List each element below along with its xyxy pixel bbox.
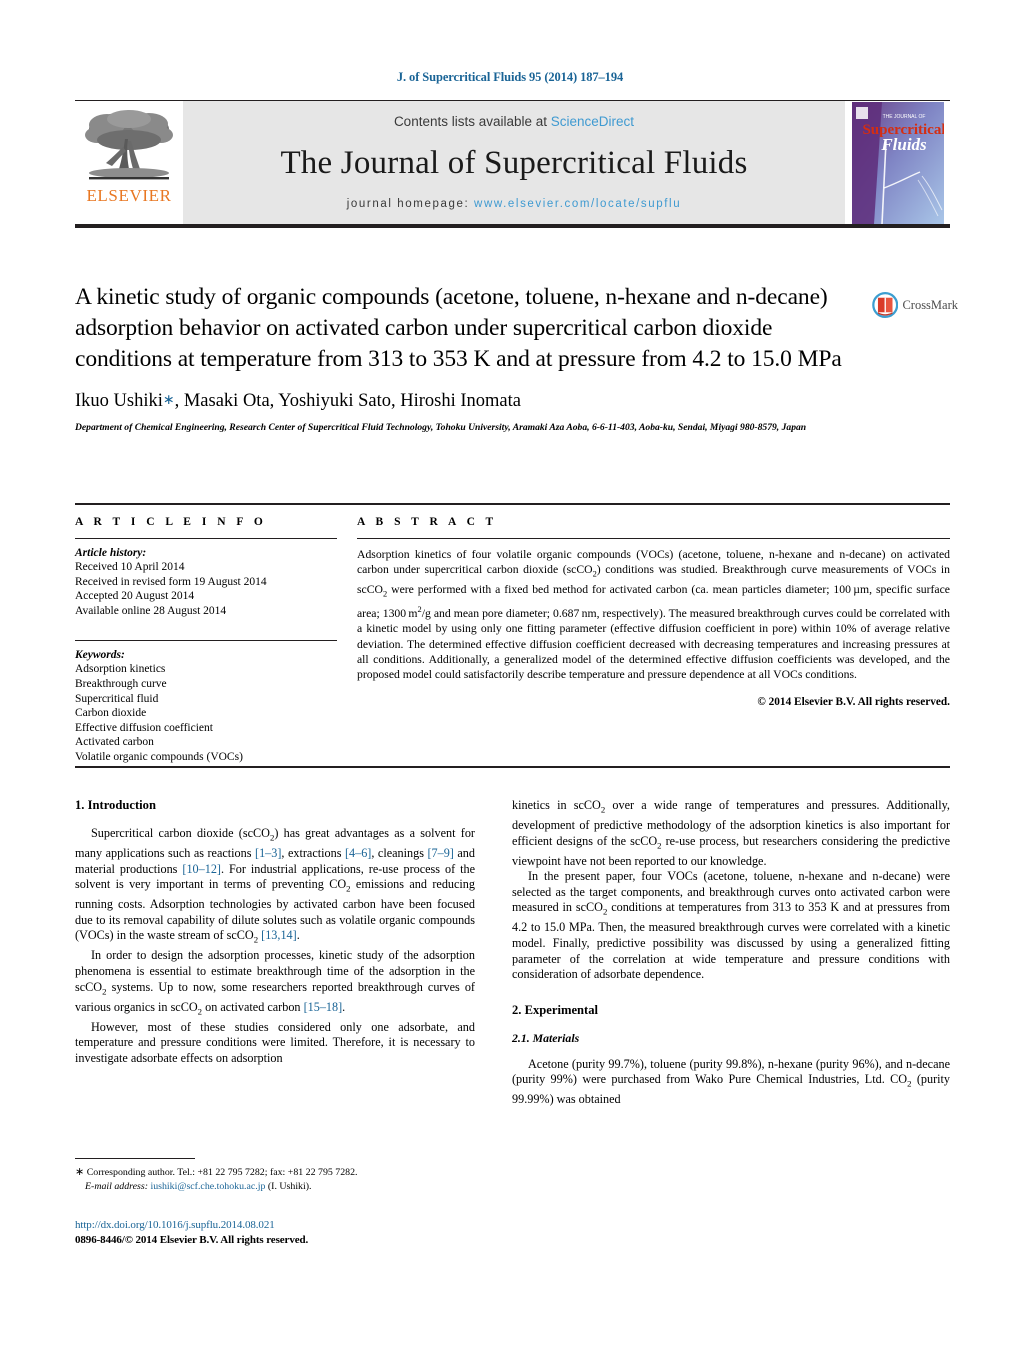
journal-masthead: ELSEVIER Contents lists available at Sci… (75, 100, 950, 228)
crossmark-icon (872, 291, 899, 319)
section-heading-introduction: 1. Introduction (75, 798, 156, 812)
crossmark-label: CrossMark (902, 297, 958, 312)
keywords-divider (75, 640, 337, 642)
keyword-4: Effective diffusion coefficient (75, 721, 213, 734)
affiliation: Department of Chemical Engineering, Rese… (75, 422, 807, 433)
doi-link[interactable]: http://dx.doi.org/10.1016/j.supflu.2014.… (75, 1219, 275, 1231)
journal-cover-image: THE JOURNAL OF Supercritical Fluids (851, 101, 944, 224)
subsection-heading-materials: 2.1. Materials (512, 1030, 580, 1045)
email-suffix: (I. Ushiki). (265, 1180, 312, 1192)
intro-paragraph-3-cont: kinetics in scCO2 over a wide range of t… (512, 798, 950, 868)
keyword-3: Carbon dioxide (75, 707, 147, 720)
abstract-heading: A B S T R A C T (357, 516, 498, 528)
abstract-divider (357, 538, 950, 539)
rule-below-abstract (75, 766, 950, 768)
citation-7-9[interactable]: [7–9] (427, 846, 453, 860)
footnote-star: ∗ (75, 1166, 85, 1178)
body-columns: 1. Introduction Supercritical carbon dio… (75, 798, 950, 1198)
footnote-rule (75, 1158, 195, 1159)
corresponding-author-note: ∗ Corresponding author. Tel.: +81 22 795… (75, 1166, 475, 1180)
title-block: A kinetic study of organic compounds (ac… (75, 282, 865, 435)
article-history-3: Available online 28 August 2014 (75, 604, 227, 617)
body-column-left: 1. Introduction Supercritical carbon dio… (75, 798, 475, 1198)
article-history-2: Accepted 20 August 2014 (75, 590, 195, 603)
keyword-5: Activated carbon (75, 736, 154, 749)
svg-text:THE JOURNAL OF: THE JOURNAL OF (882, 114, 925, 120)
contents-available-line: Contents lists available at ScienceDirec… (394, 114, 634, 129)
citation-13-14[interactable]: [13,14] (261, 928, 297, 942)
masthead-center: Contents lists available at ScienceDirec… (183, 101, 845, 224)
email-label: E-mail address: (85, 1180, 148, 1192)
author-corresponding: Ikuo Ushiki (75, 391, 163, 411)
keyword-6: Volatile organic compounds (VOCs) (75, 750, 243, 763)
crossmark-badge[interactable]: CrossMark (872, 283, 958, 327)
article-info-heading: A R T I C L E I N F O (75, 516, 267, 528)
intro-paragraph-4: In the present paper, four VOCs (acetone… (512, 869, 951, 982)
homepage-url-link[interactable]: www.elsevier.com/locate/supflu (474, 198, 681, 210)
issn-copyright: 0896-8446/© 2014 Elsevier B.V. All right… (75, 1234, 309, 1246)
running-head: J. of Supercritical Fluids 95 (2014) 187… (396, 70, 624, 84)
body-column-right: kinetics in scCO2 over a wide range of t… (512, 798, 950, 1198)
sciencedirect-link[interactable]: ScienceDirect (551, 114, 634, 129)
intro-paragraph-1: Supercritical carbon dioxide (scCO2) has… (75, 826, 475, 945)
keyword-0: Adsorption kinetics (75, 663, 166, 676)
section-heading-experimental: 2. Experimental (512, 1002, 599, 1017)
article-history-1: Received in revised form 19 August 2014 (75, 575, 267, 588)
keyword-2: Supercritical fluid (75, 692, 159, 705)
rule-above-article-info (75, 503, 950, 505)
author-list: Ikuo Ushiki∗, Masaki Ota, Yoshiyuki Sato… (75, 391, 865, 412)
elsevier-tree-icon (85, 110, 173, 180)
email-note: E-mail address: iushiki@scf.che.tohoku.a… (75, 1180, 475, 1194)
contents-prefix: Contents lists available at (393, 113, 551, 129)
article-info-divider (75, 538, 337, 539)
article-info-column: A R T I C L E I N F O Article history: R… (75, 516, 337, 765)
elsevier-wordmark: ELSEVIER (86, 186, 172, 205)
homepage-prefix: journal homepage: (346, 197, 475, 210)
corresponding-author-text: Corresponding author. Tel.: +81 22 795 7… (84, 1167, 358, 1178)
journal-homepage-line: journal homepage: www.elsevier.com/locat… (347, 198, 681, 210)
abstract-copyright: © 2014 Elsevier B.V. All rights reserved… (757, 695, 950, 708)
keyword-1: Breakthrough curve (75, 677, 167, 690)
abstract-text: Adsorption kinetics of four volatile org… (357, 548, 950, 682)
page-title: A kinetic study of organic compounds (ac… (75, 284, 842, 372)
citation-10-12[interactable]: [10–12] (182, 862, 221, 876)
svg-text:Fluids: Fluids (880, 135, 927, 154)
email-link[interactable]: iushiki@scf.che.tohoku.ac.jp (150, 1181, 265, 1192)
article-history-label: Article history: (75, 547, 147, 559)
journal-title: The Journal of Supercritical Fluids (280, 144, 748, 181)
author-others: , Masaki Ota, Yoshiyuki Sato, Hiroshi In… (174, 391, 521, 411)
intro-paragraph-3: However, most of these studies considere… (75, 1019, 475, 1065)
paper-page: J. of Supercritical Fluids 95 (2014) 187… (0, 0, 1020, 1351)
citation-15-18[interactable]: [15–18] (304, 1000, 343, 1014)
footnote-block: ∗ Corresponding author. Tel.: +81 22 795… (75, 1158, 475, 1193)
journal-cover-thumbnail: THE JOURNAL OF Supercritical Fluids (845, 101, 950, 224)
citation-1-3[interactable]: [1–3] (255, 846, 281, 860)
keywords-label: Keywords: (75, 649, 125, 662)
intro-paragraph-2: In order to design the adsorption proces… (75, 948, 475, 1017)
materials-paragraph-1: Acetone (purity 99.7%), toluene (purity … (512, 1056, 950, 1107)
article-history-0: Received 10 April 2014 (75, 561, 185, 573)
abstract-column: A B S T R A C T Adsorption kinetics of f… (357, 516, 950, 708)
elsevier-logo: ELSEVIER (75, 101, 183, 224)
citation-4-6[interactable]: [4–6] (345, 846, 371, 860)
corresponding-author-marker: ∗ (162, 393, 175, 408)
